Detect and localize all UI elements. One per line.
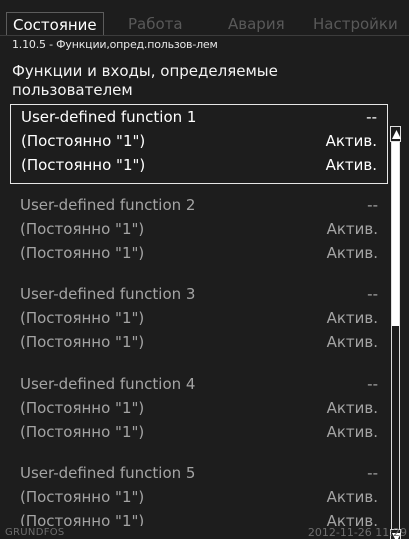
function-input-row: (Постоянно "1") Актив. <box>20 218 378 240</box>
input-label: (Постоянно "1") <box>20 244 145 262</box>
input-value: Актив. <box>326 333 378 351</box>
input-label: (Постоянно "1") <box>20 512 145 526</box>
function-input-row: (Постоянно "1") Актив. <box>20 331 378 353</box>
function-status: -- <box>366 108 377 126</box>
tab-alarm[interactable]: Авария <box>228 12 285 36</box>
input-value: Актив. <box>326 423 378 441</box>
list-item-function-3[interactable]: User-defined function 3 -- (Постоянно "1… <box>10 282 388 362</box>
input-value: Актив. <box>326 399 378 417</box>
date-time: 2012-11-26 11:29 <box>307 526 407 539</box>
function-list: User-defined function 1 -- (Постоянно "1… <box>10 104 388 526</box>
input-label: (Постоянно "1") <box>20 309 145 327</box>
tab-status[interactable]: Состояние <box>6 12 104 36</box>
function-name: User-defined function 1 <box>21 108 197 126</box>
input-value: Актив. <box>326 220 378 238</box>
input-label: (Постоянно "1") <box>20 399 145 417</box>
input-label: (Постоянно "1") <box>20 333 145 351</box>
list-item-function-4[interactable]: User-defined function 4 -- (Постоянно "1… <box>10 372 388 452</box>
function-input-row: (Постоянно "1") Актив. <box>20 421 378 443</box>
input-label: (Постоянно "1") <box>20 423 145 441</box>
tab-divider <box>0 35 409 36</box>
function-name: User-defined function 3 <box>20 285 196 303</box>
function-status: -- <box>367 375 378 393</box>
brand-logo: GRUNDFOS <box>5 527 65 538</box>
function-input-row: (Постоянно "1") Актив. <box>20 486 378 508</box>
input-label: (Постоянно "1") <box>21 132 146 150</box>
list-item-function-5[interactable]: User-defined function 5 -- (Постоянно "1… <box>10 461 388 526</box>
input-value: Актив. <box>326 309 378 327</box>
input-value: Актив. <box>325 132 377 150</box>
function-input-row: (Постоянно "1") Актив. <box>20 397 378 419</box>
page-title: Функции и входы, определяемые пользовате… <box>12 62 278 99</box>
function-input-row: (Постоянно "1") Актив. <box>20 242 378 264</box>
function-header-row: User-defined function 1 -- <box>21 106 377 128</box>
function-header-row: User-defined function 4 -- <box>20 373 378 395</box>
tab-bar: Состояние Работа Авария Настройки <box>0 0 409 36</box>
function-name: User-defined function 5 <box>20 464 196 482</box>
function-header-row: User-defined function 3 -- <box>20 283 378 305</box>
function-header-row: User-defined function 2 -- <box>20 194 378 216</box>
input-label: (Постоянно "1") <box>20 488 145 506</box>
tab-operation[interactable]: Работа <box>128 12 183 36</box>
function-input-row: (Постоянно "1") Актив. <box>21 130 377 152</box>
input-value: Актив. <box>326 488 378 506</box>
input-value: Актив. <box>326 244 378 262</box>
list-item-function-2[interactable]: User-defined function 2 -- (Постоянно "1… <box>10 193 388 273</box>
list-item-function-1[interactable]: User-defined function 1 -- (Постоянно "1… <box>10 104 388 184</box>
input-label: (Постоянно "1") <box>20 220 145 238</box>
input-label: (Постоянно "1") <box>21 156 146 174</box>
pump-controller-screen: Состояние Работа Авария Настройки 1.10.5… <box>0 0 409 539</box>
scrollbar[interactable] <box>389 126 401 539</box>
function-name: User-defined function 4 <box>20 375 196 393</box>
function-input-row: (Постоянно "1") Актив. <box>20 307 378 329</box>
input-value: Актив. <box>325 156 377 174</box>
triangle-up-icon[interactable] <box>390 126 401 142</box>
tab-settings[interactable]: Настройки <box>313 12 398 36</box>
scrollbar-thumb[interactable] <box>392 134 399 326</box>
status-footer: GRUNDFOS 2012-11-26 11:29 <box>0 527 409 539</box>
function-input-row: (Постоянно "1") Актив. <box>20 510 378 526</box>
function-header-row: User-defined function 5 -- <box>20 462 378 484</box>
function-input-row: (Постоянно "1") Актив. <box>21 154 377 176</box>
input-value: Актив. <box>326 512 378 526</box>
breadcrumb: 1.10.5 - Функции,опред.пользов-лем <box>12 38 218 51</box>
function-status: -- <box>367 196 378 214</box>
function-status: -- <box>367 464 378 482</box>
function-name: User-defined function 2 <box>20 196 196 214</box>
function-status: -- <box>367 285 378 303</box>
